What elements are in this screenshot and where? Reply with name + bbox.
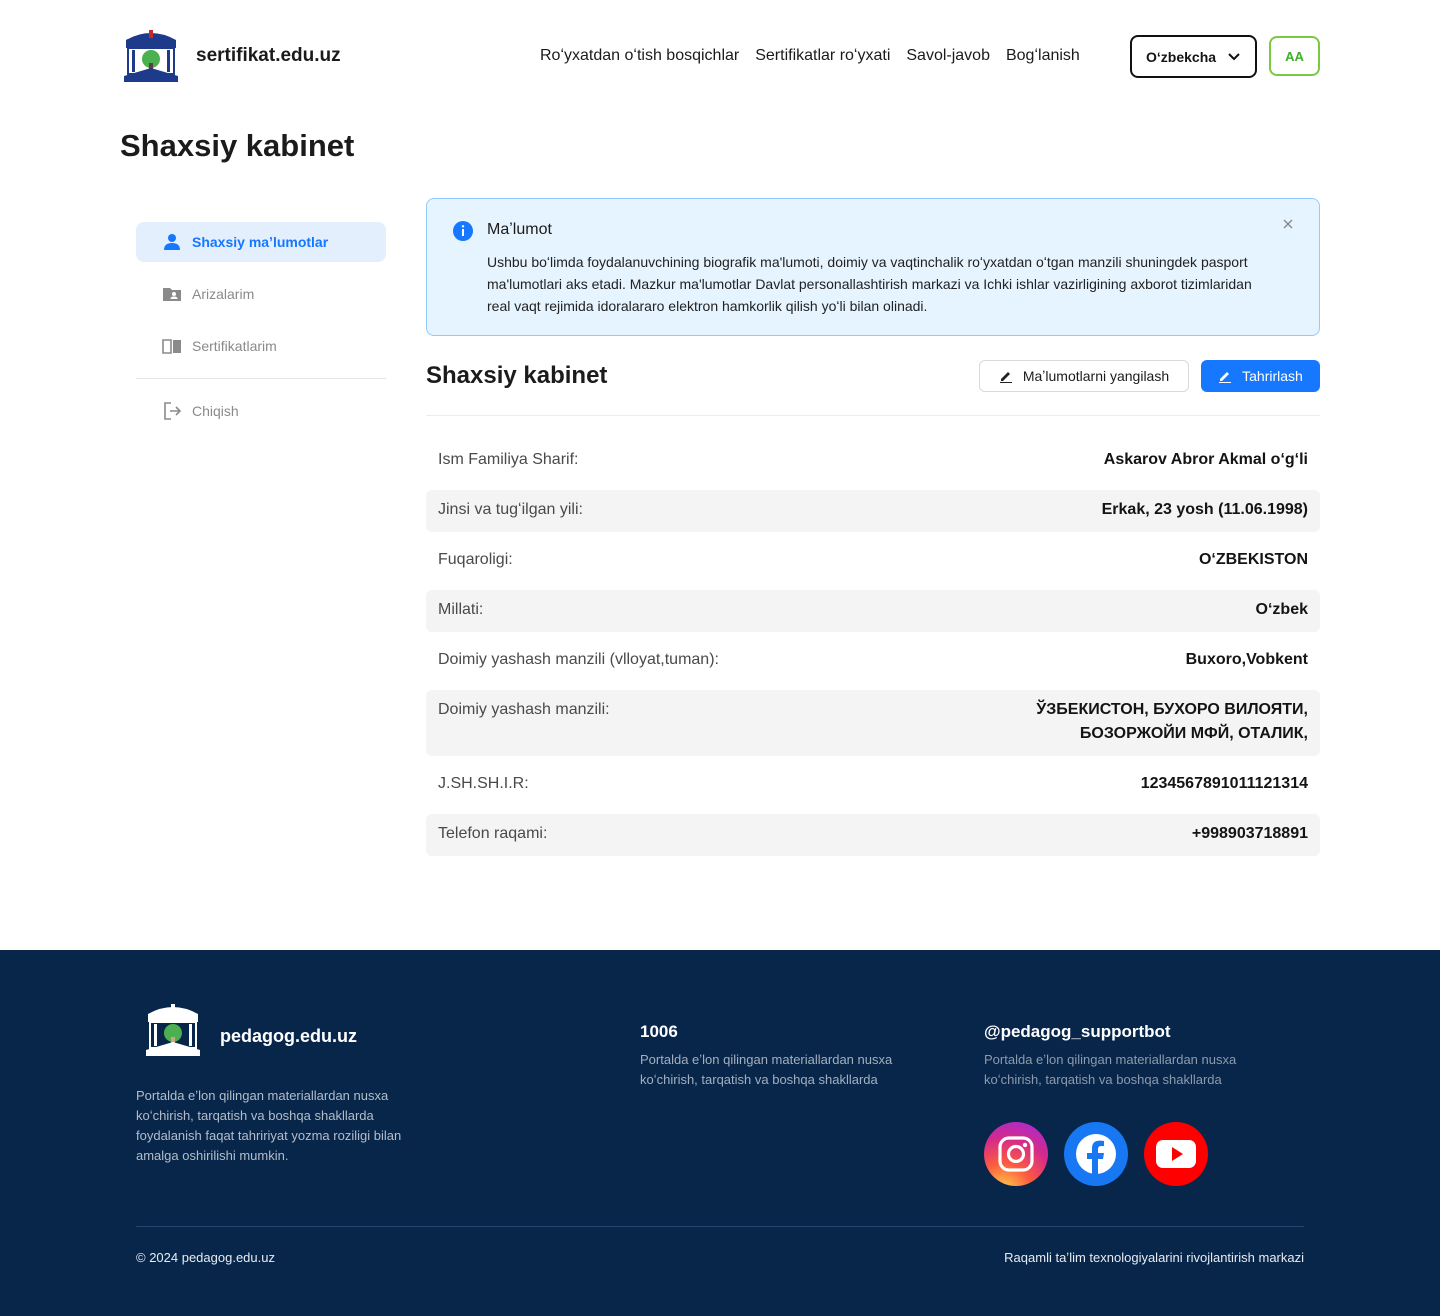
sidebar: Shaxsiy maʼlumotlar Arizalarim Sertifika… — [136, 222, 386, 443]
footer-logo-icon — [146, 1004, 200, 1056]
footer-description: Portalda eʼlon qilingan materiallardan n… — [136, 1088, 402, 1163]
footer-copyright: © 2024 pedagog.edu.uz — [136, 1250, 275, 1265]
update-data-label: Maʼlumotlarni yangilash — [1022, 368, 1170, 384]
sidebar-item-applications[interactable]: Arizalarim — [136, 274, 386, 314]
info-row-permanent-address: Doimiy yashash manzili: ЎЗБЕКИСТОН, БУХО… — [426, 690, 1320, 756]
footer-phone-desc: Portalda eʼlon qilingan materiallardan n… — [640, 1052, 893, 1087]
sidebar-item-label: Chiqish — [192, 403, 239, 419]
row-value: Erkak, 23 yosh (11.06.1998) — [1101, 501, 1308, 518]
nav-contact[interactable]: Bogʻlanish — [1006, 47, 1080, 65]
user-icon — [164, 234, 180, 250]
footer: pedagog.edu.uz Portalda eʼlon qilingan m… — [0, 950, 1440, 1316]
sidebar-item-label: Arizalarim — [192, 286, 255, 302]
language-label: Oʻzbekcha — [1146, 48, 1217, 65]
folder-user-icon — [163, 288, 181, 301]
info-row-gender-birth: Jinsi va tugʻilgan yili: Erkak, 23 yosh … — [426, 490, 1320, 532]
row-value: +998903718891 — [1191, 825, 1308, 842]
facebook-link[interactable] — [1064, 1122, 1128, 1186]
social-links — [984, 1122, 1224, 1186]
row-label: Fuqaroligi: — [438, 551, 513, 568]
nav-certificates-list[interactable]: Sertifikatlar roʻyxati — [755, 47, 890, 65]
row-value: Buxoro,Vobkent — [1185, 651, 1308, 668]
row-label: Jinsi va tugʻilgan yili: — [438, 501, 583, 518]
main-nav: Roʻyxatdan oʻtish bosqichlar Sertifikatl… — [540, 26, 1096, 86]
logo-icon — [124, 30, 178, 82]
footer-divider — [136, 1226, 1304, 1227]
row-label: Doimiy yashash manzili: — [438, 701, 610, 718]
youtube-link[interactable] — [1144, 1122, 1208, 1186]
sidebar-item-label: Sertifikatlarim — [192, 338, 277, 354]
sidebar-divider — [136, 378, 386, 379]
book-open-icon — [162, 339, 181, 354]
info-row-phone: Telefon raqami: +998903718891 — [426, 814, 1320, 856]
page-title: Shaxsiy kabinet — [120, 128, 355, 163]
info-row-full-name: Ism Familiya Sharif: Askarov Abror Akmal… — [426, 440, 1320, 482]
sidebar-item-certificates[interactable]: Sertifikatlarim — [136, 326, 386, 366]
footer-phone[interactable]: 1006 — [640, 1022, 930, 1042]
row-label: Millati: — [438, 601, 484, 618]
row-label: J.SH.SH.I.R: — [438, 775, 529, 792]
sidebar-item-label: Shaxsiy maʼlumotlar — [192, 234, 329, 250]
row-value: ЎЗБЕКИСТОН, БУХОРО ВИЛОЯТИ, БОЗОРЖОЙИ МФ… — [1036, 701, 1308, 742]
info-row-region-district: Doimiy yashash manzili (vlloyat,tuman): … — [426, 640, 1320, 682]
personal-info-list: Ism Familiya Sharif: Askarov Abror Akmal… — [426, 440, 1320, 864]
footer-bot-block: @pedagog_supportbot Portalda eʼlon qilin… — [984, 1022, 1274, 1090]
chevron-down-icon — [1228, 53, 1240, 61]
instagram-link[interactable] — [984, 1122, 1048, 1186]
section-divider — [426, 415, 1320, 416]
row-value: OʻZBEKISTON — [1198, 551, 1308, 568]
row-label: Ism Familiya Sharif: — [438, 451, 579, 468]
header: sertifikat.edu.uz Roʻyxatdan oʻtish bosq… — [120, 26, 1320, 86]
row-value: Askarov Abror Akmal oʻgʻli — [1103, 451, 1308, 468]
footer-organization: Raqamli taʼlim texnologiyalarini rivojla… — [1004, 1250, 1304, 1265]
brand-name: sertifikat.edu.uz — [196, 45, 341, 66]
logout-icon — [164, 402, 182, 420]
footer-brand[interactable]: pedagog.edu.uz — [220, 1026, 357, 1047]
info-text: Ushbu boʻlimda foydalanuvchining biograf… — [487, 254, 1252, 314]
pencil-icon — [999, 372, 1012, 383]
info-title: Maʼlumot — [487, 221, 552, 238]
row-label: Doimiy yashash manzili (vlloyat,tuman): — [438, 651, 719, 668]
edit-label: Tahrirlash — [1242, 368, 1303, 384]
info-row-nationality: Millati: Oʻzbek — [426, 590, 1320, 632]
language-select[interactable]: Oʻzbekcha — [1130, 35, 1257, 78]
close-icon[interactable] — [1281, 217, 1295, 231]
footer-bot-desc: Portalda eʼlon qilingan materiallardan n… — [984, 1052, 1237, 1087]
update-data-button[interactable]: Maʼlumotlarni yangilash — [979, 360, 1189, 392]
footer-bot-link[interactable]: @pedagog_supportbot — [984, 1022, 1274, 1042]
footer-phone-block: 1006 Portalda eʼlon qilingan materiallar… — [640, 1022, 930, 1090]
accessibility-button[interactable]: AA — [1269, 36, 1320, 76]
edit-button[interactable]: Tahrirlash — [1201, 360, 1320, 392]
info-row-citizenship: Fuqaroligi: OʻZBEKISTON — [426, 540, 1320, 582]
brand-link[interactable]: sertifikat.edu.uz — [120, 26, 341, 86]
row-value: Oʻzbek — [1255, 601, 1308, 618]
info-row-pinfl: J.SH.SH.I.R: 1234567891011121314 — [426, 764, 1320, 806]
sidebar-item-personal-info[interactable]: Shaxsiy maʼlumotlar — [136, 222, 386, 262]
section-title: Shaxsiy kabinet — [426, 362, 608, 389]
nav-registration-steps[interactable]: Roʻyxatdan oʻtish bosqichlar — [540, 47, 739, 65]
row-value: 1234567891011121314 — [1140, 775, 1308, 792]
info-icon — [453, 221, 473, 241]
instagram-icon — [998, 1136, 1034, 1172]
row-label: Telefon raqami: — [438, 825, 548, 842]
sidebar-item-logout[interactable]: Chiqish — [136, 391, 386, 431]
facebook-icon — [1076, 1134, 1116, 1176]
youtube-icon — [1156, 1140, 1196, 1168]
pencil-icon — [1219, 372, 1232, 383]
info-alert: Maʼlumot Ushbu boʻlimda foydalanuvchinin… — [426, 198, 1320, 336]
nav-faq[interactable]: Savol-javob — [906, 47, 990, 65]
